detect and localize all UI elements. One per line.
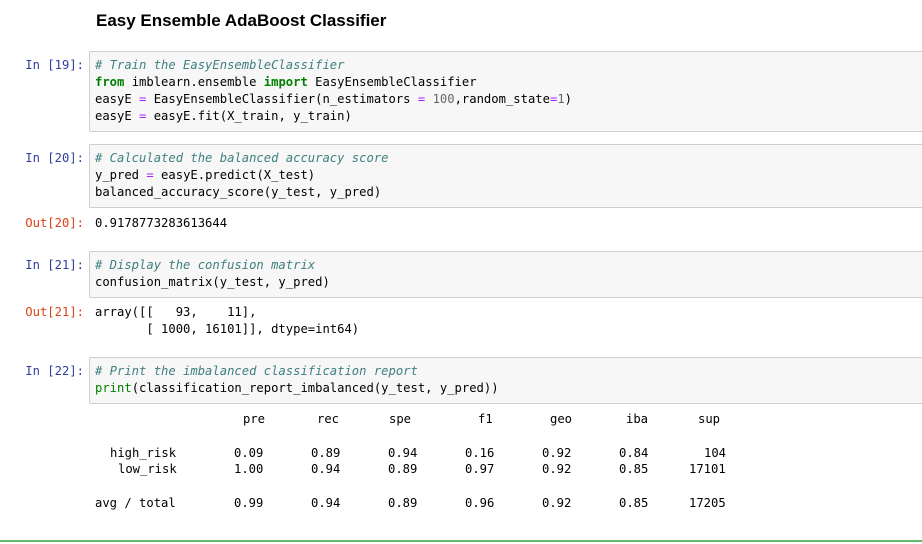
code-keyword: from <box>95 75 125 89</box>
report-cell: 0.09 <box>234 446 264 460</box>
report-cell: 0.94 <box>311 496 341 510</box>
report-cell: 0.89 <box>388 496 418 510</box>
code-keyword: import <box>263 75 308 89</box>
report-cell: 0.89 <box>311 446 341 460</box>
code-text: (classification_report_imbalanced(y_test… <box>131 381 499 395</box>
report-row-label: low_risk <box>118 462 177 476</box>
report-cell: 104 <box>704 446 727 460</box>
report-cell: 0.92 <box>542 462 572 476</box>
report-cell: 0.99 <box>234 496 264 510</box>
code-operator: = <box>146 168 154 182</box>
input-prompt: In [20]: <box>25 151 84 165</box>
cell-divider <box>0 540 922 542</box>
code-number: 1 <box>557 92 565 106</box>
report-header: f1 <box>478 412 493 426</box>
report-header: rec <box>317 412 340 426</box>
input-prompt: In [19]: <box>25 58 84 72</box>
report-header: sup <box>698 412 721 426</box>
code-comment: # Calculated the balanced accuracy score <box>95 151 389 165</box>
report-header: spe <box>389 412 412 426</box>
output-prompt: Out[20]: <box>25 216 84 230</box>
report-row-label: avg / total <box>95 496 176 510</box>
input-prompt: In [21]: <box>25 258 84 272</box>
code-cell-input[interactable]: # Print the imbalanced classification re… <box>89 357 922 404</box>
code-line: print(classification_report_imbalanced(y… <box>95 380 922 397</box>
code-text: EasyEnsembleClassifier(n_estimators <box>146 92 418 106</box>
report-cell: 0.94 <box>388 446 418 460</box>
code-number: 100 <box>432 92 455 106</box>
cell-output: 0.9178773283613644 <box>95 216 228 230</box>
report-cell: 0.85 <box>619 496 649 510</box>
input-prompt: In [22]: <box>25 364 84 378</box>
code-line: confusion_matrix(y_test, y_pred) <box>95 275 330 289</box>
report-cell: 0.89 <box>388 462 418 476</box>
code-comment: # Print the imbalanced classification re… <box>95 364 418 378</box>
output-prompt: Out[21]: <box>25 305 84 319</box>
report-header: iba <box>626 412 649 426</box>
report-cell: 0.84 <box>619 446 649 460</box>
code-cell-input[interactable]: # Calculated the balanced accuracy score… <box>89 144 922 208</box>
code-text: EasyEnsembleClassifier <box>307 75 477 89</box>
code-text: easyE.predict(X_test) <box>153 168 316 182</box>
classification-report: pre rec spe f1 geo iba sup high_risk 0.0… <box>95 410 735 520</box>
code-text: imblearn.ensemble <box>124 75 264 89</box>
code-line: easyE = EasyEnsembleClassifier(n_estimat… <box>95 91 922 108</box>
code-text: ) <box>564 92 572 106</box>
code-line: balanced_accuracy_score(y_test, y_pred) <box>95 185 382 199</box>
report-cell: 17101 <box>689 462 726 476</box>
report-cell: 0.92 <box>542 446 572 460</box>
code-text: easyE.fit(X_train, y_train) <box>146 109 352 123</box>
report-cell: 0.16 <box>465 446 495 460</box>
report-cell: 0.96 <box>465 496 495 510</box>
code-comment: # Display the confusion matrix <box>95 258 316 272</box>
report-cell: 0.85 <box>619 462 649 476</box>
report-cell: 0.97 <box>465 462 495 476</box>
code-line: y_pred = easyE.predict(X_test) <box>95 167 922 184</box>
code-line: easyE = easyE.fit(X_train, y_train) <box>95 108 922 125</box>
report-cell: 1.00 <box>234 462 264 476</box>
code-comment: # Train the EasyEnsembleClassifier <box>95 58 345 72</box>
output-line: [ 1000, 16101]], dtype=int64) <box>95 322 360 336</box>
code-cell-input[interactable]: # Train the EasyEnsembleClassifier from … <box>89 51 922 132</box>
report-header: pre <box>243 412 266 426</box>
code-text: ,random_state <box>454 92 550 106</box>
notebook-heading: Easy Ensemble AdaBoost Classifier <box>96 11 387 30</box>
code-line: from imblearn.ensemble import EasyEnsemb… <box>95 74 922 91</box>
code-cell-input[interactable]: # Display the confusion matrix confusion… <box>89 251 922 298</box>
report-cell: 0.94 <box>311 462 341 476</box>
code-text: easyE <box>95 109 140 123</box>
code-text: easyE <box>95 92 140 106</box>
report-row-label: high_risk <box>110 446 177 460</box>
cell-output: array([[ 93, 11], [ 1000, 16101]], dtype… <box>95 304 359 338</box>
code-builtin: print <box>95 381 132 395</box>
report-cell: 0.92 <box>542 496 572 510</box>
code-text: y_pred <box>95 168 147 182</box>
output-line: array([[ 93, 11], <box>95 305 257 319</box>
report-header: geo <box>550 412 573 426</box>
report-cell: 17205 <box>689 496 726 510</box>
